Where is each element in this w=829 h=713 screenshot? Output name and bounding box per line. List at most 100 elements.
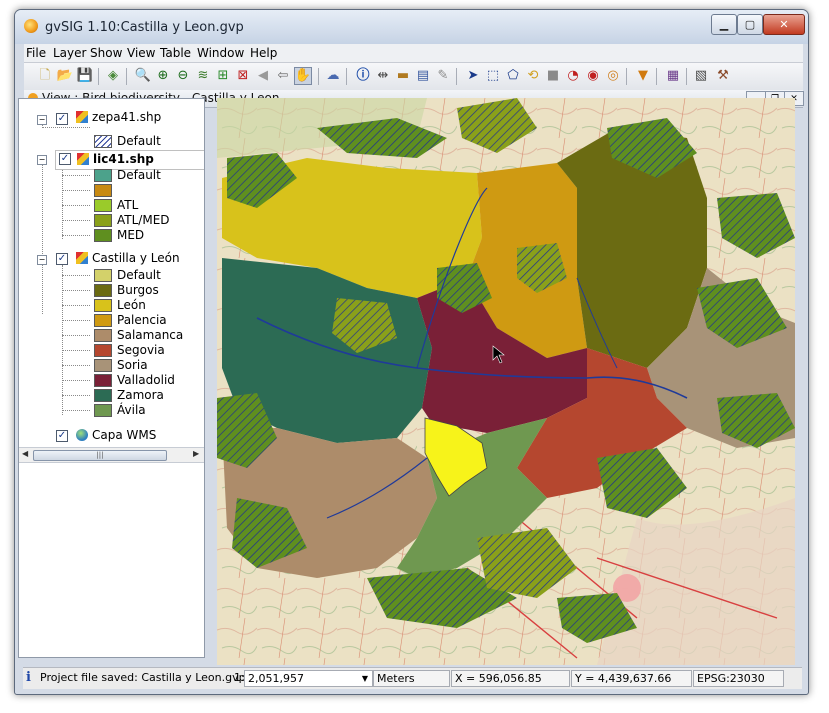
menu-table[interactable]: Table bbox=[160, 46, 191, 60]
legend-swatch-med bbox=[94, 229, 112, 242]
menu-view[interactable]: View bbox=[127, 46, 155, 60]
legend-label: Burgos bbox=[117, 283, 159, 297]
checkbox-capa-wms[interactable]: ✓ bbox=[56, 430, 68, 442]
chevron-down-icon[interactable]: ▼ bbox=[362, 671, 368, 686]
layer-capa-wms[interactable]: Capa WMS bbox=[76, 428, 156, 443]
scroll-right-icon[interactable]: ▶ bbox=[193, 449, 199, 458]
legend-label: ATL bbox=[117, 198, 139, 212]
select-by-rectangle-icon[interactable]: ⬚ bbox=[484, 67, 502, 85]
info-status-icon: i bbox=[26, 670, 31, 685]
checkbox-castilla-y-leon[interactable]: ✓ bbox=[56, 253, 68, 265]
legend-label: Default bbox=[117, 134, 161, 148]
legend-label: Salamanca bbox=[117, 328, 184, 342]
layer-toc-panel: − ✓ zepa41.shp Default − ✓ lic41.shp Def… bbox=[18, 98, 205, 658]
add-layer-icon[interactable]: ◈ bbox=[104, 67, 122, 85]
layer-name: Castilla y León bbox=[92, 251, 180, 265]
measure-distance-icon[interactable]: ⇹ bbox=[374, 67, 392, 85]
layer-name: lic41.shp bbox=[93, 152, 154, 166]
edit-icon[interactable]: ✎ bbox=[434, 67, 452, 85]
scale-combobox[interactable]: 2,051,957 ▼ bbox=[244, 670, 373, 687]
zoom-select-icon[interactable]: ⊠ bbox=[234, 67, 252, 85]
toc-horizontal-scrollbar[interactable]: ◀ ||| ▶ bbox=[19, 447, 204, 463]
menu-file[interactable]: File bbox=[26, 46, 46, 60]
layers-icon[interactable]: ≋ bbox=[194, 67, 212, 85]
layer-lic41[interactable]: lic41.shp bbox=[77, 152, 154, 167]
layer-icon bbox=[77, 153, 89, 165]
measure-area-icon[interactable]: ▬ bbox=[394, 67, 412, 85]
checkbox-lic41[interactable]: ✓ bbox=[59, 153, 71, 165]
open-folder-icon[interactable]: 📂 bbox=[56, 67, 74, 85]
pan-arrow-icon[interactable]: ⇦ bbox=[274, 67, 292, 85]
status-bar: i Project file saved: Castilla y Leon.gv… bbox=[23, 667, 802, 689]
legend-swatch-leon bbox=[94, 299, 112, 312]
menu-help[interactable]: Help bbox=[250, 46, 277, 60]
invert-selection-icon[interactable]: ◎ bbox=[604, 67, 622, 85]
scroll-left-icon[interactable]: ◀ bbox=[22, 449, 28, 458]
legend-label: Segovia bbox=[117, 343, 165, 357]
gvsig-app-icon bbox=[24, 19, 38, 33]
menu-show[interactable]: Show bbox=[90, 46, 122, 60]
tools-icon[interactable]: ⚒ bbox=[714, 67, 732, 85]
expander-castilla-y-leon[interactable]: − bbox=[37, 255, 47, 265]
expander-lic41[interactable]: − bbox=[37, 155, 47, 165]
select-by-layer-icon[interactable]: ⟲ bbox=[524, 67, 542, 85]
zoom-out-icon[interactable]: ⊖ bbox=[174, 67, 192, 85]
menu-layer[interactable]: Layer bbox=[53, 46, 86, 60]
layer-name: zepa41.shp bbox=[92, 110, 162, 124]
legend-swatch-salamanca bbox=[94, 329, 112, 342]
close-button[interactable]: ✕ bbox=[763, 14, 805, 35]
layer-tree: − ✓ zepa41.shp Default − ✓ lic41.shp Def… bbox=[19, 99, 204, 447]
pan-hand-icon[interactable]: ✋ bbox=[294, 67, 312, 85]
select-pointer-icon[interactable]: ➤ bbox=[464, 67, 482, 85]
legend-label: Soria bbox=[117, 358, 148, 372]
maximize-button[interactable]: ▢ bbox=[737, 14, 763, 35]
scrollbar-thumb[interactable]: ||| bbox=[33, 450, 167, 461]
legend-swatch-atl bbox=[94, 199, 112, 212]
globe-icon bbox=[76, 429, 88, 441]
main-toolbar: 🗋 📂 💾 ◈ 🔍 ⊕ ⊖ ≋ ⊞ ⊠ ◀ ⇦ ✋ ☁ ⓘ ⇹ ▬ ▤ ✎ ➤ … bbox=[24, 62, 803, 91]
new-file-icon[interactable]: 🗋 bbox=[36, 67, 54, 85]
legend-label: Valladolid bbox=[117, 373, 175, 387]
title-bar[interactable]: gvSIG 1.10:Castilla y Leon.gvp ▁ ▢ ✕ bbox=[15, 10, 808, 44]
select-all-icon[interactable]: ■ bbox=[544, 67, 562, 85]
legend-label: Default bbox=[117, 168, 161, 182]
window-title: gvSIG 1.10:Castilla y Leon.gvp bbox=[45, 20, 244, 35]
legend-swatch-lic-default bbox=[94, 169, 112, 182]
layer-name: Capa WMS bbox=[92, 428, 157, 442]
expander-zepa41[interactable]: − bbox=[37, 115, 47, 125]
status-message: Project file saved: Castilla y Leon.gvp bbox=[40, 671, 246, 684]
menu-bar: File Layer Show View Table Window Help bbox=[24, 44, 803, 62]
layer-icon bbox=[76, 252, 88, 264]
map-canvas[interactable] bbox=[217, 98, 795, 665]
table-icon[interactable]: ▦ bbox=[664, 67, 682, 85]
zoom-area-icon[interactable]: 🔍 bbox=[134, 67, 152, 85]
select-by-buffer-icon[interactable]: ◉ bbox=[584, 67, 602, 85]
legend-label: Palencia bbox=[117, 313, 167, 327]
layer-castilla-y-leon[interactable]: Castilla y León bbox=[76, 251, 180, 266]
scale-value: 2,051,957 bbox=[248, 672, 304, 685]
legend-swatch-burgos bbox=[94, 284, 112, 297]
map-drawing bbox=[217, 98, 795, 665]
menu-window[interactable]: Window bbox=[197, 46, 244, 60]
legend-swatch-segovia bbox=[94, 344, 112, 357]
previous-extent-icon[interactable]: ◀ bbox=[254, 67, 272, 85]
graphic-icon[interactable]: ▤ bbox=[414, 67, 432, 85]
legend-label: Default bbox=[117, 268, 161, 282]
save-icon[interactable]: 💾 bbox=[76, 67, 94, 85]
legend-label: León bbox=[117, 298, 146, 312]
full-extent-icon[interactable]: ⊞ bbox=[214, 67, 232, 85]
locator-icon[interactable]: ☁ bbox=[324, 67, 342, 85]
legend-swatch-valladolid bbox=[94, 374, 112, 387]
layer-zepa41[interactable]: zepa41.shp bbox=[76, 110, 161, 125]
select-by-polygon-icon[interactable]: ⬠ bbox=[504, 67, 522, 85]
select-by-circle-icon[interactable]: ◔ bbox=[564, 67, 582, 85]
zoom-in-icon[interactable]: ⊕ bbox=[154, 67, 172, 85]
info-icon[interactable]: ⓘ bbox=[354, 67, 372, 85]
legend-swatch-cyl-default bbox=[94, 269, 112, 282]
y-coordinate: Y = 4,439,637.66 bbox=[571, 670, 692, 687]
filter-icon[interactable]: ▼ bbox=[634, 67, 652, 85]
minimize-button[interactable]: ▁ bbox=[711, 14, 737, 35]
checkbox-zepa41[interactable]: ✓ bbox=[56, 113, 68, 125]
layout-icon[interactable]: ▧ bbox=[692, 67, 710, 85]
legend-swatch-zamora bbox=[94, 389, 112, 402]
